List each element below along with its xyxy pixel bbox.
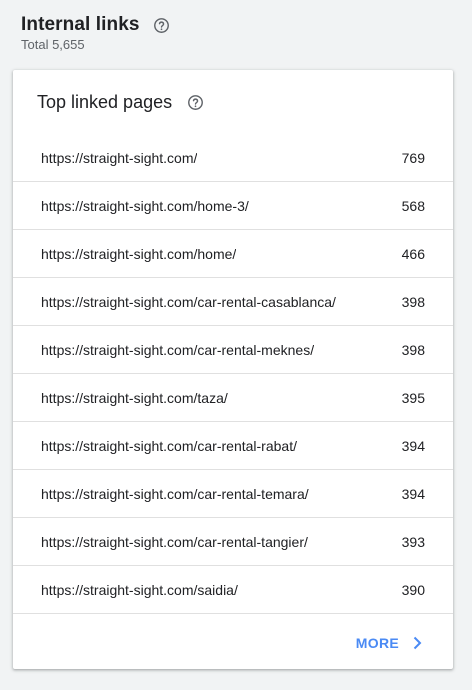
total-count: Total 5,655 xyxy=(21,37,85,52)
page-url: https://straight-sight.com/car-rental-ta… xyxy=(41,533,308,550)
header-title-row: Internal links xyxy=(21,12,171,38)
chevron-right-icon xyxy=(411,636,423,650)
page-url: https://straight-sight.com/car-rental-te… xyxy=(41,485,309,502)
link-count: 390 xyxy=(401,581,425,598)
link-count: 769 xyxy=(401,149,425,166)
list-item[interactable]: https://straight-sight.com/car-rental-me… xyxy=(13,326,453,374)
page-url: https://straight-sight.com/car-rental-me… xyxy=(41,341,315,358)
list-item[interactable]: https://straight-sight.com/taza/ 395 xyxy=(13,374,453,422)
page-url: https://straight-sight.com/car-rental-ca… xyxy=(41,293,336,310)
page-url: https://straight-sight.com/saidia/ xyxy=(41,581,238,598)
list-item[interactable]: https://straight-sight.com/car-rental-te… xyxy=(13,470,453,518)
card-header: Top linked pages xyxy=(13,70,453,134)
link-count: 568 xyxy=(401,197,425,214)
list-item[interactable]: https://straight-sight.com/car-rental-ra… xyxy=(13,422,453,470)
list-item[interactable]: https://straight-sight.com/car-rental-ca… xyxy=(13,278,453,326)
page-url: https://straight-sight.com/ xyxy=(41,149,198,166)
card-title: Top linked pages xyxy=(37,92,173,112)
list-item[interactable]: https://straight-sight.com/home-3/ 568 xyxy=(13,182,453,230)
list-item[interactable]: https://straight-sight.com/car-rental-ta… xyxy=(13,518,453,566)
link-count: 398 xyxy=(401,293,425,310)
page-url: https://straight-sight.com/car-rental-ra… xyxy=(41,437,297,454)
link-count: 466 xyxy=(401,245,425,262)
list-item[interactable]: https://straight-sight.com/saidia/ 390 xyxy=(13,566,453,614)
link-count: 395 xyxy=(401,389,425,406)
help-icon[interactable] xyxy=(153,16,171,34)
more-button[interactable]: MORE xyxy=(356,635,423,651)
list-item[interactable]: https://straight-sight.com/home/ 466 xyxy=(13,230,453,278)
help-icon[interactable] xyxy=(186,93,204,111)
more-label: MORE xyxy=(355,635,399,651)
linked-pages-list: https://straight-sight.com/ 769 https://… xyxy=(13,134,453,614)
link-count: 394 xyxy=(401,437,425,454)
page-url: https://straight-sight.com/home/ xyxy=(41,245,237,262)
link-count: 398 xyxy=(401,341,425,358)
link-count: 394 xyxy=(401,485,425,502)
top-linked-pages-card: Top linked pages https://straight-sight.… xyxy=(13,70,453,669)
page-url: https://straight-sight.com/home-3/ xyxy=(41,197,249,214)
page-url: https://straight-sight.com/taza/ xyxy=(41,389,228,406)
page-title: Internal links xyxy=(21,14,140,35)
link-count: 393 xyxy=(401,533,425,550)
list-item[interactable]: https://straight-sight.com/ 769 xyxy=(13,134,453,182)
section-header: Internal links Total 5,655 xyxy=(21,12,171,52)
